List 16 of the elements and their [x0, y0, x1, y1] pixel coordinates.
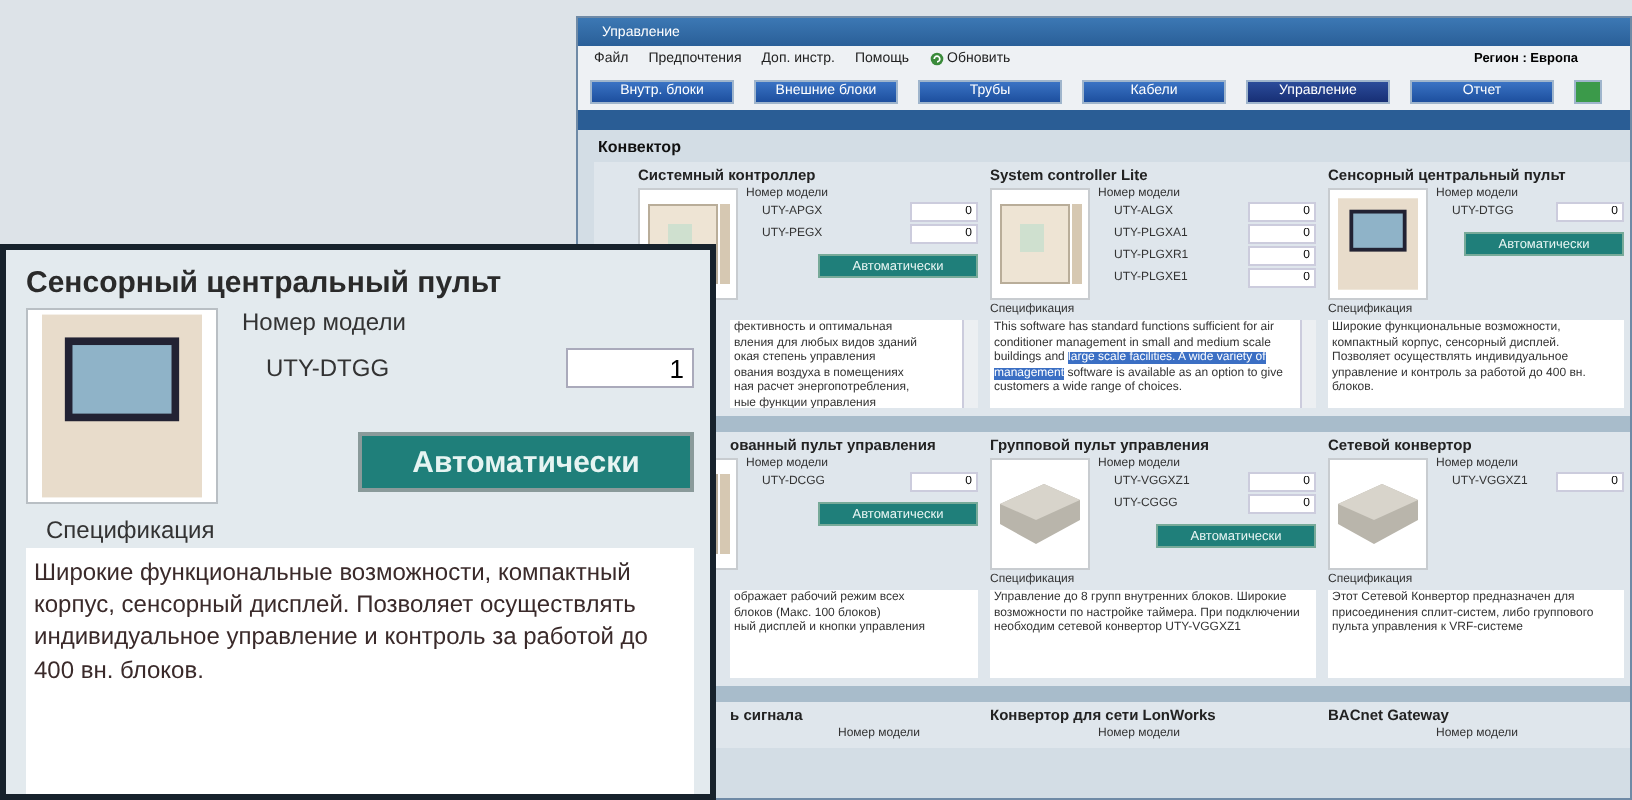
wall-controller-drawing	[999, 204, 1081, 284]
card-title: Сенсорный центральный пульт	[26, 266, 504, 300]
spec-text: Широкие функциональные возможности, компактный корпус, сенсорный дисплей. Позволяет осуществлять индивидуальное управление и контроль за работой до 400 вн. блоков.	[26, 548, 694, 794]
converter-box-drawing	[1338, 484, 1418, 544]
scrollbar[interactable]	[962, 320, 978, 408]
quantity-field[interactable]: 1	[566, 348, 694, 388]
model-label: Номер модели	[242, 308, 408, 336]
auto-button[interactable]: Автоматически	[358, 432, 694, 492]
spec-label: Спецификация	[46, 516, 217, 544]
scrollbar[interactable]	[1300, 320, 1316, 408]
section-title: Конвектор	[596, 138, 683, 160]
refresh-icon	[929, 52, 943, 66]
model-number: UTY-DTGG	[266, 354, 390, 382]
touch-panel-drawing	[1338, 198, 1418, 290]
toolbar-button-edge[interactable]	[1574, 79, 1602, 103]
converter-box-drawing	[1000, 484, 1080, 544]
